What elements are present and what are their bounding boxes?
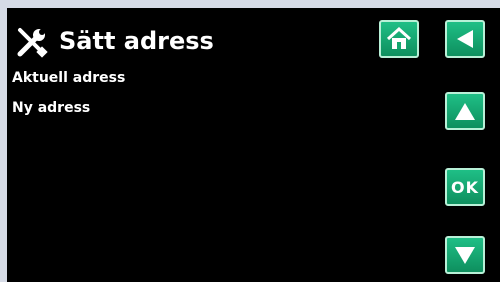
current-address-label: Aktuell adress [12,70,126,86]
home-button[interactable] [379,20,419,58]
page-title: Sätt adress [59,27,214,55]
home-icon [386,26,412,49]
up-arrow-icon [455,103,475,120]
new-address-label: Ny adress [12,100,91,116]
ok-button[interactable]: OK [445,168,485,206]
ok-label: OK [451,177,479,197]
app-screen: Sätt adress Aktuell adress Ny adress OK [7,8,500,282]
back-button[interactable] [445,20,485,58]
up-button[interactable] [445,92,485,130]
down-arrow-icon [455,247,475,264]
back-arrow-icon [457,30,473,48]
title-bar: Sätt adress [7,8,500,68]
down-button[interactable] [445,236,485,274]
tools-icon [17,28,48,58]
